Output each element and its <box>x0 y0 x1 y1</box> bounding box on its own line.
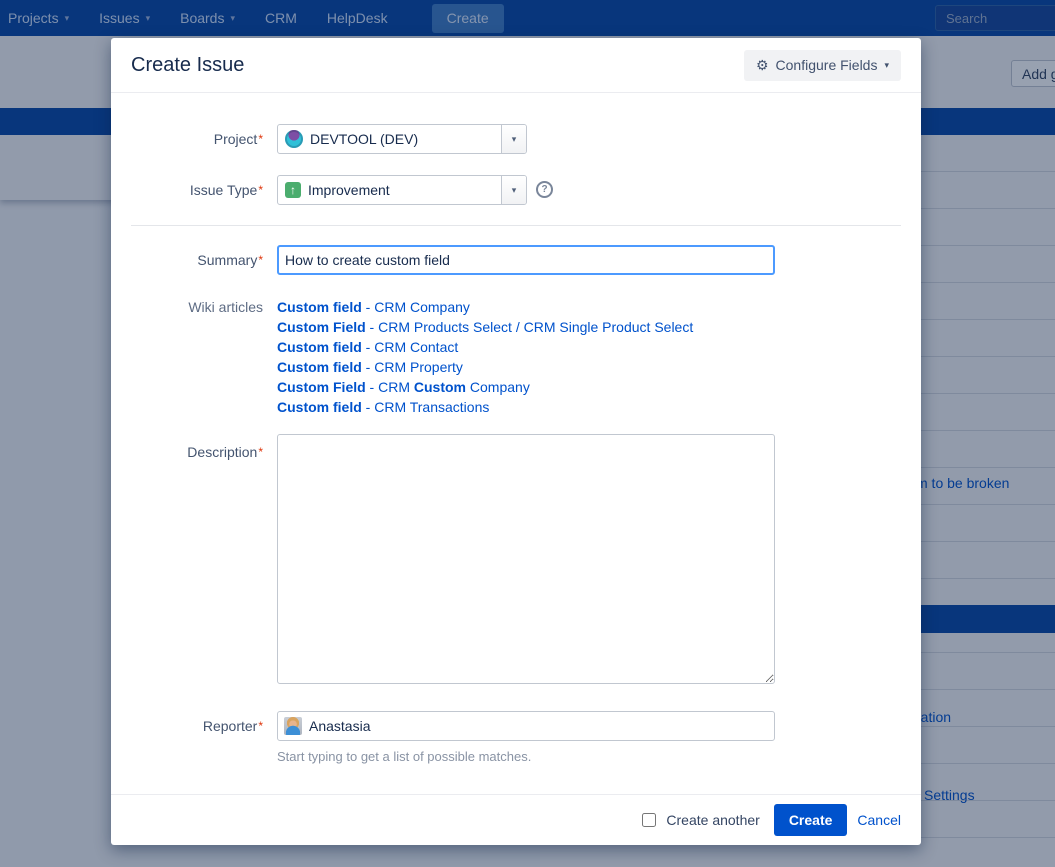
project-select-value: DEVTOOL (DEV) <box>278 125 501 153</box>
dialog-footer: Create another Create Cancel <box>111 794 921 845</box>
required-marker: * <box>258 253 263 267</box>
reporter-field-row: Reporter* Anastasia <box>131 711 901 741</box>
required-marker: * <box>258 183 263 197</box>
wiki-article-link[interactable]: Custom field - CRM Contact <box>277 337 693 357</box>
description-label: Description* <box>131 434 277 462</box>
reporter-label: Reporter* <box>131 711 277 741</box>
summary-field-row: Summary* <box>131 245 901 275</box>
wiki-articles-list: Custom field - CRM CompanyCustom Field -… <box>277 297 693 417</box>
project-avatar-icon <box>285 130 303 148</box>
required-marker: * <box>258 719 263 733</box>
configure-fields-label: Configure Fields <box>776 57 878 73</box>
form-divider <box>131 225 901 226</box>
summary-input[interactable] <box>277 245 775 275</box>
required-marker: * <box>258 445 263 459</box>
project-label: Project* <box>131 124 277 154</box>
summary-label: Summary* <box>131 245 277 275</box>
wiki-articles-label: Wiki articles <box>131 297 277 317</box>
caret-down-icon: ▾ <box>512 185 517 196</box>
project-field-row: Project* DEVTOOL (DEV) ▾ <box>131 124 901 154</box>
description-field-row: Description* <box>131 434 901 684</box>
issue-type-field-row: Issue Type* ↑ Improvement ▾ ? <box>131 175 901 205</box>
issue-type-label: Issue Type* <box>131 175 277 205</box>
caret-down-icon: ▾ <box>512 134 517 145</box>
create-issue-dialog: Create Issue ⚙ Configure Fields ▾ Projec… <box>111 38 921 845</box>
improvement-type-icon: ↑ <box>285 182 301 198</box>
configure-fields-button[interactable]: ⚙ Configure Fields ▾ <box>744 50 901 81</box>
project-select[interactable]: DEVTOOL (DEV) ▾ <box>277 124 527 154</box>
dialog-title: Create Issue <box>131 54 244 77</box>
issue-type-select-value: ↑ Improvement <box>278 176 501 204</box>
cancel-link[interactable]: Cancel <box>857 812 901 828</box>
dialog-header: Create Issue ⚙ Configure Fields ▾ <box>111 38 921 93</box>
wiki-article-link[interactable]: Custom field - CRM Transactions <box>277 397 693 417</box>
description-textarea[interactable] <box>277 434 775 684</box>
reporter-field[interactable]: Anastasia <box>277 711 775 741</box>
gear-icon: ⚙ <box>756 58 769 72</box>
reporter-value: Anastasia <box>309 718 370 734</box>
create-another-label: Create another <box>666 812 759 828</box>
create-another-checkbox[interactable] <box>642 813 656 827</box>
reporter-hint: Start typing to get a list of possible m… <box>277 749 531 764</box>
help-icon[interactable]: ? <box>536 181 553 198</box>
dialog-body: Project* DEVTOOL (DEV) ▾ Issue Type* ↑ I… <box>111 124 921 764</box>
reporter-avatar <box>284 717 302 735</box>
chevron-down-icon: ▾ <box>884 60 889 71</box>
wiki-article-link[interactable]: Custom field - CRM Property <box>277 357 693 377</box>
wiki-article-link[interactable]: Custom field - CRM Company <box>277 297 693 317</box>
issue-type-select[interactable]: ↑ Improvement ▾ <box>277 175 527 205</box>
create-button[interactable]: Create <box>774 804 848 836</box>
wiki-articles-row: Wiki articles Custom field - CRM Company… <box>131 297 901 417</box>
wiki-article-link[interactable]: Custom Field - CRM Products Select / CRM… <box>277 317 693 337</box>
wiki-article-link[interactable]: Custom Field - CRM Custom Company <box>277 377 693 397</box>
project-select-dropdown-button[interactable]: ▾ <box>501 125 526 153</box>
required-marker: * <box>258 132 263 146</box>
issue-type-select-dropdown-button[interactable]: ▾ <box>501 176 526 204</box>
reporter-hint-row: Start typing to get a list of possible m… <box>131 749 901 764</box>
